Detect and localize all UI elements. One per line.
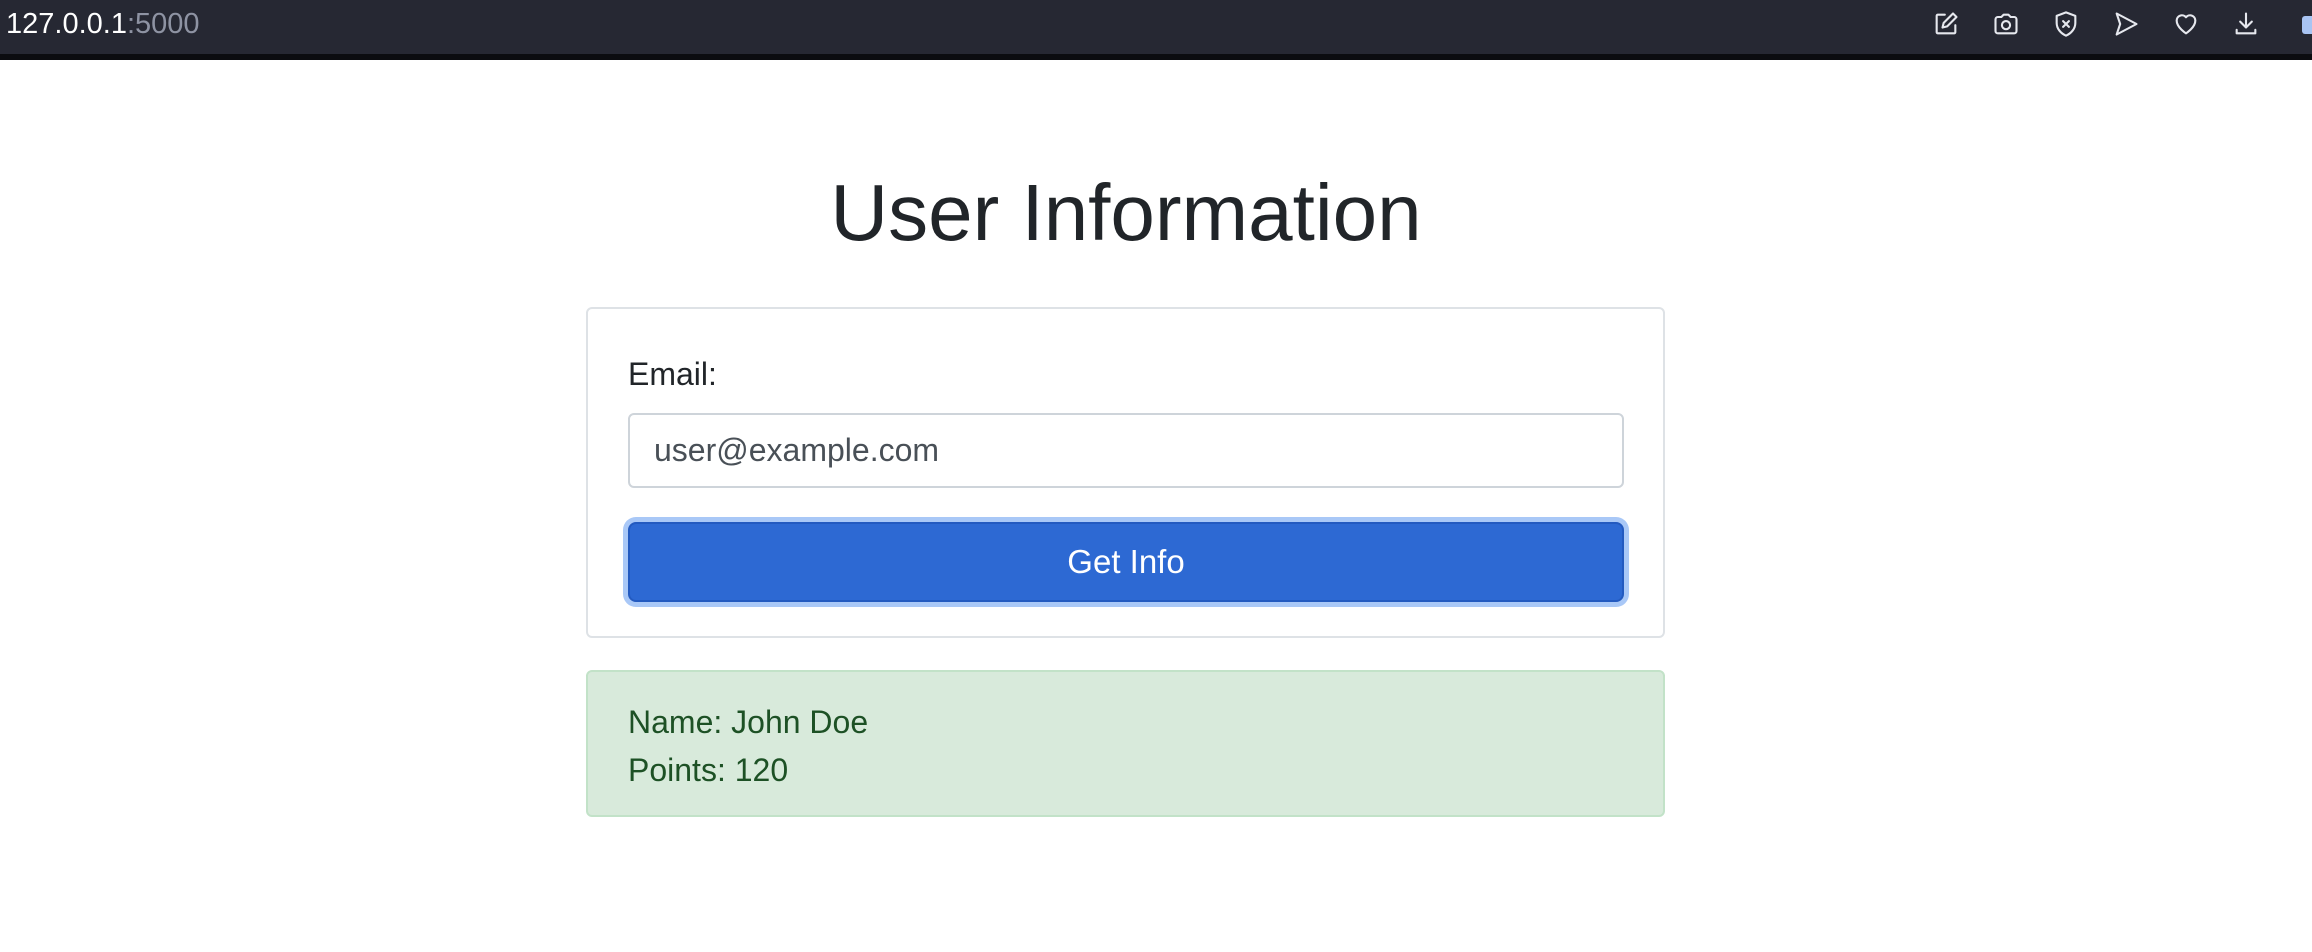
edit-icon[interactable] bbox=[1930, 8, 1962, 40]
send-icon[interactable] bbox=[2110, 8, 2142, 40]
user-points-text: Points: 120 bbox=[628, 752, 789, 788]
email-field[interactable] bbox=[628, 413, 1624, 488]
address-bar[interactable]: 127.0.0.1:5000 bbox=[6, 8, 200, 40]
user-info-result: Name: John Doe Points: 120 bbox=[586, 670, 1665, 817]
user-lookup-form: Email: Get Info bbox=[586, 307, 1665, 638]
download-icon[interactable] bbox=[2230, 8, 2262, 40]
sidebar-toggle-icon[interactable] bbox=[2302, 16, 2312, 34]
heart-icon[interactable] bbox=[2170, 8, 2202, 40]
user-name-text: Name: John Doe bbox=[628, 704, 869, 740]
address-port: :5000 bbox=[126, 8, 200, 40]
email-label: Email: bbox=[628, 356, 717, 392]
toolbar-icons bbox=[1930, 8, 2290, 40]
address-host: 127.0.0.1 bbox=[6, 8, 127, 40]
camera-icon[interactable] bbox=[1990, 8, 2022, 40]
shield-x-icon[interactable] bbox=[2050, 8, 2082, 40]
page-title: User Information bbox=[830, 168, 1422, 257]
browser-toolbar: 127.0.0.1:5000 bbox=[0, 0, 2312, 60]
get-info-button[interactable]: Get Info bbox=[628, 522, 1624, 602]
